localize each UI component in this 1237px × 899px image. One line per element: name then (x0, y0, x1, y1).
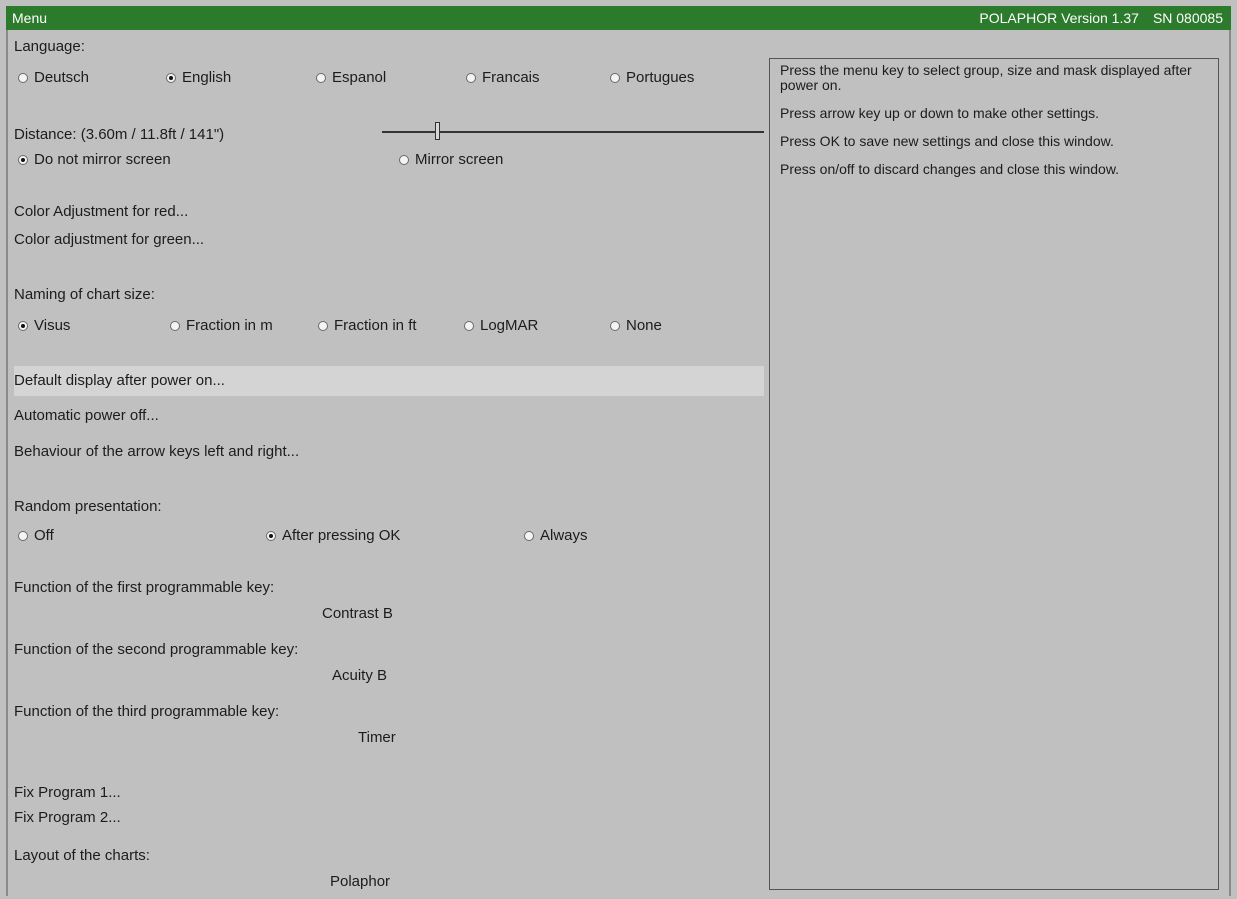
help-panel: Press the menu key to select group, size… (769, 58, 1219, 890)
first-key-value: Contrast B (322, 605, 393, 622)
help-text-3: Press OK to save new settings and close … (780, 133, 1114, 149)
naming-option-none[interactable]: None (610, 317, 662, 334)
second-key-label[interactable]: Function of the second programmable key: (14, 641, 298, 658)
fix-program-2-item[interactable]: Fix Program 2... (14, 809, 121, 826)
language-label: Language: (14, 38, 85, 55)
naming-option-fraction-ft[interactable]: Fraction in ft (318, 317, 417, 334)
settings-panel: Language: Deutsch English Espanol Franca… (14, 30, 764, 896)
radio-icon (610, 72, 620, 83)
default-display-item[interactable]: Default display after power on... (14, 372, 225, 389)
naming-option-fraction-m[interactable]: Fraction in m (170, 317, 273, 334)
help-text-1: Press the menu key to select group, size… (780, 62, 1192, 93)
title-bar: Menu POLAPHOR Version 1.37 SN 080085 (6, 6, 1231, 30)
radio-icon (266, 530, 276, 541)
first-key-label[interactable]: Function of the first programmable key: (14, 579, 274, 596)
arrow-keys-item[interactable]: Behaviour of the arrow keys left and rig… (14, 443, 299, 460)
third-key-value: Timer (358, 729, 396, 746)
radio-icon (166, 72, 176, 83)
naming-label: Naming of chart size: (14, 286, 155, 303)
product-version: POLAPHOR Version 1.37 (979, 10, 1139, 26)
radio-icon (170, 320, 180, 331)
radio-icon (18, 72, 28, 83)
menu-title: Menu (12, 10, 48, 26)
layout-label[interactable]: Layout of the charts: (14, 847, 150, 864)
mirror-option-on[interactable]: Mirror screen (399, 151, 503, 168)
serial-number: SN 080085 (1152, 10, 1223, 26)
random-label: Random presentation: (14, 498, 162, 515)
radio-icon (316, 72, 326, 83)
distance-label: Distance: (3.60m / 11.8ft / 141") (14, 126, 225, 143)
random-option-off[interactable]: Off (18, 527, 54, 544)
automatic-power-off-item[interactable]: Automatic power off... (14, 407, 159, 424)
radio-icon (18, 154, 28, 165)
radio-icon (466, 72, 476, 83)
language-option-francais[interactable]: Francais (466, 69, 540, 86)
mirror-option-off[interactable]: Do not mirror screen (18, 151, 171, 168)
radio-icon (524, 530, 534, 541)
radio-icon (399, 154, 409, 165)
language-option-deutsch[interactable]: Deutsch (18, 69, 89, 86)
help-text-2: Press arrow key up or down to make other… (780, 105, 1100, 121)
radio-icon (610, 320, 620, 331)
fix-program-1-item[interactable]: Fix Program 1... (14, 784, 121, 801)
radio-icon (18, 530, 28, 541)
language-option-espanol[interactable]: Espanol (316, 69, 386, 86)
second-key-value: Acuity B (332, 667, 388, 684)
random-option-after-ok[interactable]: After pressing OK (266, 527, 400, 544)
radio-icon (318, 320, 328, 331)
language-option-portugues[interactable]: Portugues (610, 69, 694, 86)
third-key-label[interactable]: Function of the third programmable key: (14, 703, 279, 720)
color-green-item[interactable]: Color adjustment for green... (14, 231, 204, 248)
layout-value: Polaphor (330, 873, 391, 890)
color-red-item[interactable]: Color Adjustment for red... (14, 203, 188, 220)
naming-option-logmar[interactable]: LogMAR (464, 317, 538, 334)
language-option-english[interactable]: English (166, 69, 231, 86)
random-option-always[interactable]: Always (524, 527, 588, 544)
distance-slider-thumb[interactable] (435, 122, 441, 140)
help-text-4: Press on/off to discard changes and clos… (780, 161, 1120, 177)
naming-option-visus[interactable]: Visus (18, 317, 70, 334)
radio-icon (464, 320, 474, 331)
radio-icon (18, 320, 28, 331)
